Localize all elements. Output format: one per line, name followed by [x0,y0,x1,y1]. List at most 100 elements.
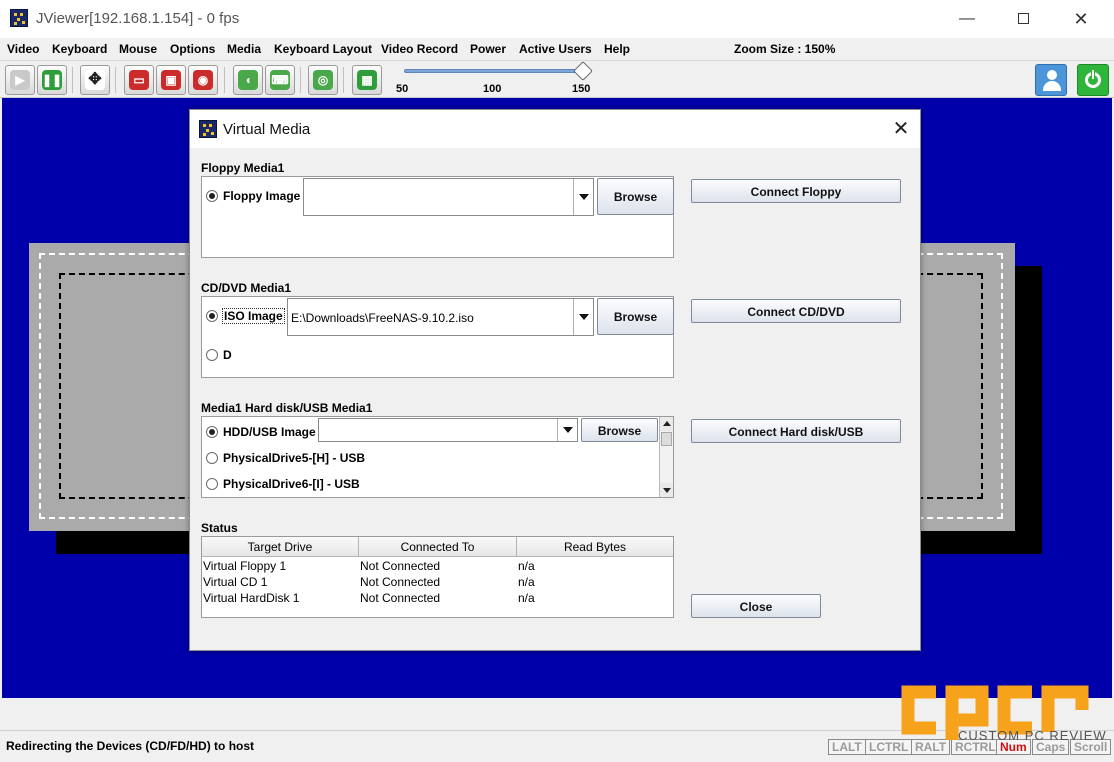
status-message: Redirecting the Devices (CD/FD/HD) to ho… [6,739,255,753]
hdd-image-radio[interactable] [206,426,218,438]
maximize-icon [1017,13,1029,25]
harddisk-redirect-icon: ▣ [161,70,181,90]
hotkeys-button[interactable]: ▦ [352,65,382,95]
fullscreen-button[interactable]: ✥ [80,65,110,95]
floppy-image-label: Floppy Image [223,189,301,203]
floppy-browse-button[interactable]: Browse [597,178,674,215]
dialog-title: Virtual Media [223,121,311,138]
drive-d-label: D [223,348,232,362]
menu-keyboard-layout[interactable]: Keyboard Layout [274,42,372,56]
toolbar-separator [300,67,301,93]
floppy-path-combo[interactable] [303,178,594,216]
hdd-image-option[interactable]: HDD/USB Image [206,423,318,443]
column-header-connected-to[interactable]: Connected To [359,537,517,557]
connect-cd-button[interactable]: Connect CD/DVD [691,299,901,323]
physical-drive5-radio[interactable] [206,452,218,464]
iso-path-combo[interactable]: E:\Downloads\FreeNAS-9.10.2.iso [287,298,594,336]
close-dialog-button[interactable]: Close [691,594,821,618]
floppy-redirect-icon: ▭ [129,70,149,90]
virtual-media-dialog: Virtual Media ✕ Floppy Media1 Floppy Ima… [189,109,921,651]
close-window-button[interactable]: ✕ [1058,6,1104,32]
hdd-list-scrollbar[interactable] [659,417,673,497]
key-lalt: LALT [828,739,866,755]
hdd-section-label: Media1 Hard disk/USB Media1 [201,401,373,415]
menu-video-record[interactable]: Video Record [381,42,458,56]
iso-image-radio[interactable] [206,310,218,322]
hdd-path-combo[interactable] [318,418,578,442]
physical-drive6-radio[interactable] [206,478,218,490]
connect-hdd-button[interactable]: Connect Hard disk/USB [691,419,901,443]
mouse-icon: ◖ [238,70,258,90]
table-cell: n/a [518,591,535,605]
floppy-section-label: Floppy Media1 [201,161,285,175]
toolbar-separator [115,67,116,93]
physical-drive5-label: PhysicalDrive5-[H] - USB [223,451,366,465]
iso-image-option[interactable]: ISO Image [206,307,286,327]
minimize-button[interactable]: — [944,6,990,32]
fullscreen-icon: ✥ [85,70,105,90]
menu-power[interactable]: Power [470,42,506,56]
zoom-tick-label: 100 [483,83,502,95]
hdd-browse-button[interactable]: Browse [581,418,658,442]
cd-browse-button[interactable]: Browse [597,298,674,335]
hdd-group: HDD/USB Image Browse PhysicalDrive5-[H] … [201,416,674,498]
physical-drive5-option[interactable]: PhysicalDrive5-[H] - USB [206,449,406,469]
column-header-read-bytes[interactable]: Read Bytes [517,537,673,557]
menu-media[interactable]: Media [227,42,261,56]
floppy-dropdown-icon[interactable] [573,179,593,215]
maximize-button[interactable] [1000,6,1046,32]
app-icon [10,9,28,27]
hdd-dropdown-icon[interactable] [557,419,577,441]
mouse-button[interactable]: ◖ [233,65,263,95]
play-icon: ▶ [10,70,30,90]
dialog-close-button[interactable]: ✕ [886,116,916,142]
iso-dropdown-icon[interactable] [573,299,593,335]
drive-d-option[interactable]: D [206,346,246,366]
menu-help[interactable]: Help [604,42,630,56]
dialog-app-icon [199,120,217,138]
harddisk-redirect-button[interactable]: ▣ [156,65,186,95]
toolbar-separator [72,67,73,93]
active-users-button[interactable] [1035,64,1067,96]
floppy-group: Floppy Image Browse [201,176,674,258]
zoom-slider-thumb[interactable] [573,61,593,81]
table-cell: Not Connected [360,591,441,605]
scrollbar-thumb[interactable] [661,432,672,446]
cd-redirect-button[interactable]: ◉ [188,65,218,95]
toolbar-separator [343,67,344,93]
table-cell: Virtual CD 1 [203,575,268,589]
floppy-image-radio[interactable] [206,190,218,202]
keyboard-icon: ⌨ [270,70,290,90]
table-cell: Virtual HardDisk 1 [203,591,300,605]
power-button[interactable] [1077,64,1109,96]
toolbar: ▶ ❚❚ ✥ ▭ ▣ ◉ ◖ ⌨ ◎ ▦ 50 100 150 [0,60,1114,98]
menu-video[interactable]: Video [7,42,39,56]
table-cell: n/a [518,559,535,573]
pause-button[interactable]: ❚❚ [37,65,67,95]
physical-drive6-option[interactable]: PhysicalDrive6-[I] - USB [206,475,406,495]
column-header-target-drive[interactable]: Target Drive [202,537,359,557]
zoom-slider[interactable] [404,69,584,73]
menu-keyboard[interactable]: Keyboard [52,42,107,56]
table-cell: n/a [518,575,535,589]
table-cell: Virtual Floppy 1 [203,559,287,573]
scroll-up-icon[interactable] [660,417,673,431]
connect-floppy-button[interactable]: Connect Floppy [691,179,901,203]
floppy-image-option[interactable]: Floppy Image [206,187,306,207]
cd-group: ISO Image E:\Downloads\FreeNAS-9.10.2.is… [201,296,674,378]
menu-active-users[interactable]: Active Users [519,42,592,56]
scroll-down-icon[interactable] [660,483,673,497]
menu-options[interactable]: Options [170,42,215,56]
toolbar-separator [224,67,225,93]
video-record-button[interactable]: ◎ [308,65,338,95]
hotkeys-icon: ▦ [357,70,377,90]
keyboard-button[interactable]: ⌨ [265,65,295,95]
floppy-redirect-button[interactable]: ▭ [124,65,154,95]
drive-d-radio[interactable] [206,349,218,361]
window-title: JViewer[192.168.1.154] - 0 fps [36,10,240,27]
play-button[interactable]: ▶ [5,65,35,95]
video-record-icon: ◎ [313,70,333,90]
menu-mouse[interactable]: Mouse [119,42,157,56]
watermark: CUSTOM PC REVIEW [892,680,1106,750]
table-cell: Not Connected [360,559,441,573]
